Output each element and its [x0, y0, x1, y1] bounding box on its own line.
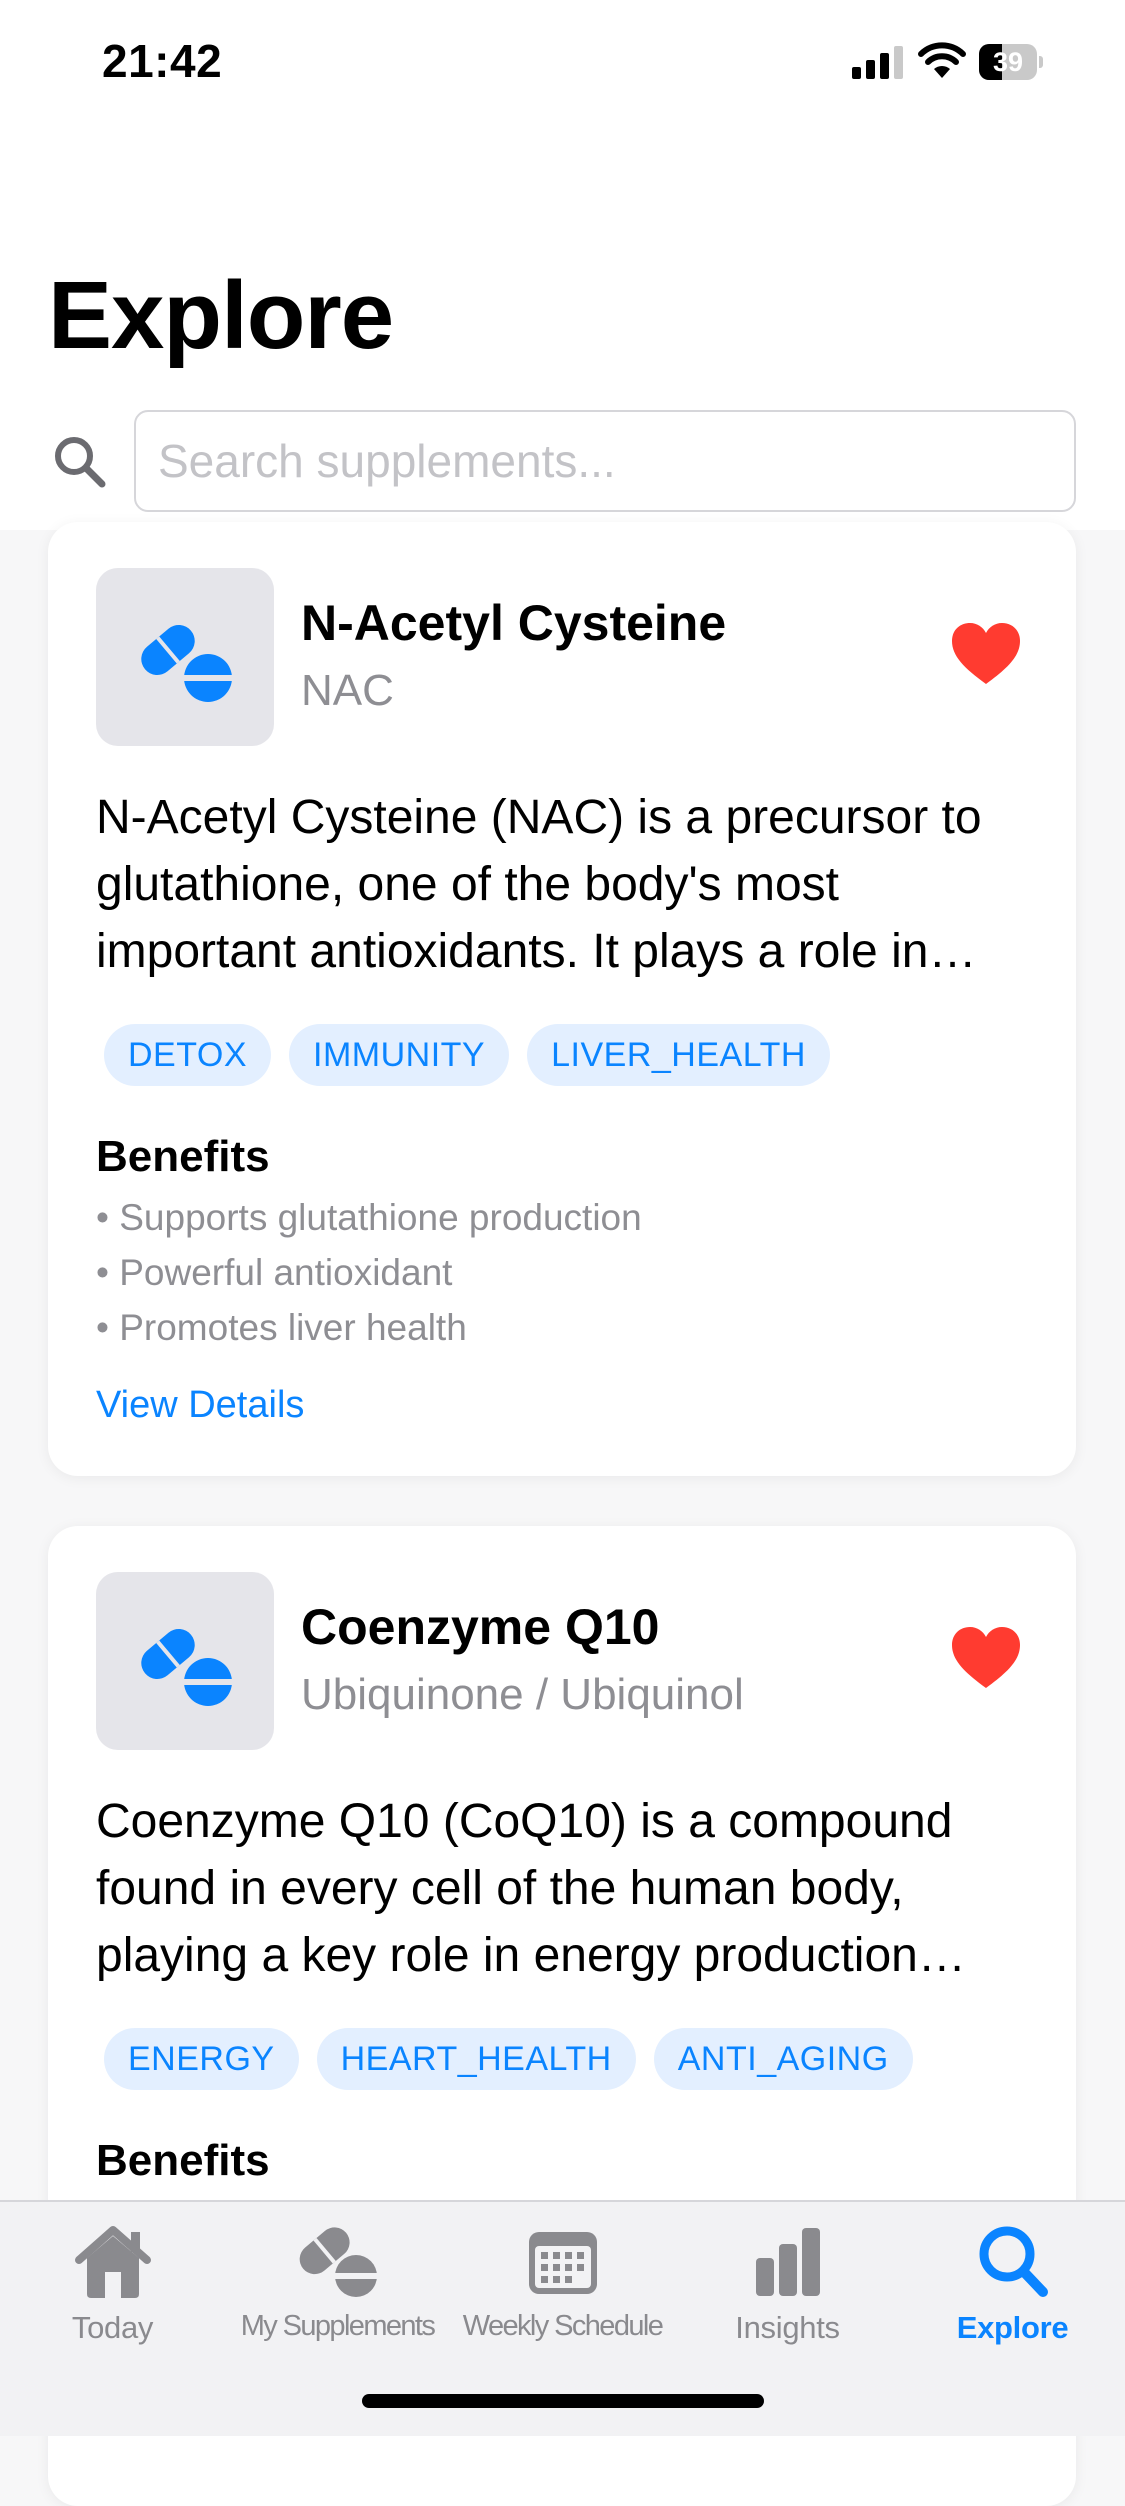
tab-explore[interactable]: Explore [900, 2222, 1125, 2362]
page-title: Explore [48, 262, 394, 369]
supplement-description: N-Acetyl Cysteine (NAC) is a precursor t… [96, 791, 982, 978]
tag-badge: IMMUNITY [289, 1024, 510, 1086]
supplement-thumbnail [96, 568, 274, 746]
tab-today[interactable]: Today [0, 2222, 225, 2362]
benefits-heading: Benefits [96, 2136, 270, 2185]
magnifying-glass-icon [979, 2226, 1048, 2297]
tag-list: DETOX IMMUNITY LIVER_HEALTH [104, 1024, 830, 1086]
benefits-heading: Benefits [96, 1132, 270, 1181]
search-input[interactable] [134, 410, 1076, 512]
supplement-alias: Ubiquinone / Ubiquinol [301, 1670, 744, 1719]
tag-list: ENERGY HEART_HEALTH ANTI_AGING [104, 2028, 913, 2090]
status-time: 21:42 [102, 35, 223, 87]
benefit-item: Powerful antioxidant [96, 1245, 642, 1300]
tab-insights[interactable]: Insights [675, 2222, 900, 2362]
pills-icon [299, 2227, 378, 2297]
calendar-icon [528, 2232, 597, 2294]
pills-icon [141, 625, 232, 702]
tag-badge: DETOX [104, 1024, 272, 1086]
heart-icon[interactable] [950, 622, 1022, 686]
supplement-alias: NAC [301, 666, 394, 715]
supplement-name: N-Acetyl Cysteine [301, 595, 727, 651]
tab-weekly-schedule[interactable]: Weekly Schedule [450, 2222, 675, 2362]
tab-label: Today [71, 2310, 154, 2345]
tag-badge: HEART_HEALTH [316, 2028, 636, 2090]
search-icon [55, 437, 106, 488]
status-bar: 21:42 39 [0, 0, 1125, 130]
supplement-card[interactable]: N-Acetyl Cysteine NAC N-Acetyl Cysteine … [48, 522, 1076, 1476]
house-icon [74, 2226, 151, 2298]
supplement-description: Coenzyme Q10 (CoQ10) is a compound found… [96, 1795, 953, 1982]
supplement-name: Coenzyme Q10 [301, 1599, 660, 1655]
benefits-list: Supports glutathione production Powerful… [96, 1190, 642, 1355]
tab-label: Insights [735, 2310, 840, 2345]
pills-icon [141, 1629, 232, 1706]
tab-my-supplements[interactable]: My Supplements [225, 2222, 450, 2362]
benefit-item: Supports glutathione production [96, 1190, 641, 1245]
battery-icon: 39 [979, 44, 1043, 80]
wifi-icon [918, 42, 966, 78]
tag-badge: LIVER_HEALTH [527, 1024, 830, 1086]
tab-label: Weekly Schedule [462, 2310, 664, 2342]
tag-badge: ENERGY [104, 2028, 299, 2090]
battery-percentage: 39 [992, 47, 1024, 77]
supplement-thumbnail [96, 1572, 274, 1750]
cellular-signal-icon [852, 45, 904, 79]
bar-chart-icon [755, 2228, 820, 2296]
tag-badge: ANTI_AGING [653, 2028, 913, 2090]
tab-label: My Supplements [240, 2310, 436, 2342]
tab-label: Explore [956, 2310, 1069, 2345]
view-details-link[interactable]: View Details [96, 1384, 304, 1427]
benefit-item: Promotes liver health [96, 1300, 642, 1355]
heart-icon[interactable] [950, 1626, 1022, 1690]
home-indicator [362, 2394, 764, 2408]
